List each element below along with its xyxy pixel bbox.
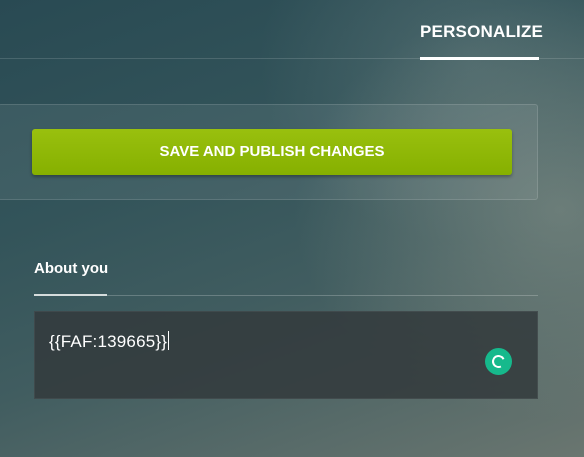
active-tab-indicator — [420, 57, 539, 60]
spinner-arc — [490, 353, 507, 370]
tab-personalize[interactable]: PERSONALIZE — [420, 18, 543, 60]
tab-personalize-label: PERSONALIZE — [420, 22, 544, 41]
loading-spinner-icon — [485, 348, 512, 375]
about-you-heading: About you — [34, 260, 109, 277]
about-you-text: {{FAF:139665}} — [49, 331, 170, 352]
about-you-textarea[interactable]: {{FAF:139665}} — [34, 311, 538, 399]
save-and-publish-button[interactable]: SAVE AND PUBLISH CHANGES — [32, 129, 512, 175]
section-divider — [34, 295, 538, 296]
heading-underline — [34, 294, 107, 296]
about-you-value: {{FAF:139665}} — [49, 332, 168, 351]
text-caret — [168, 331, 170, 350]
